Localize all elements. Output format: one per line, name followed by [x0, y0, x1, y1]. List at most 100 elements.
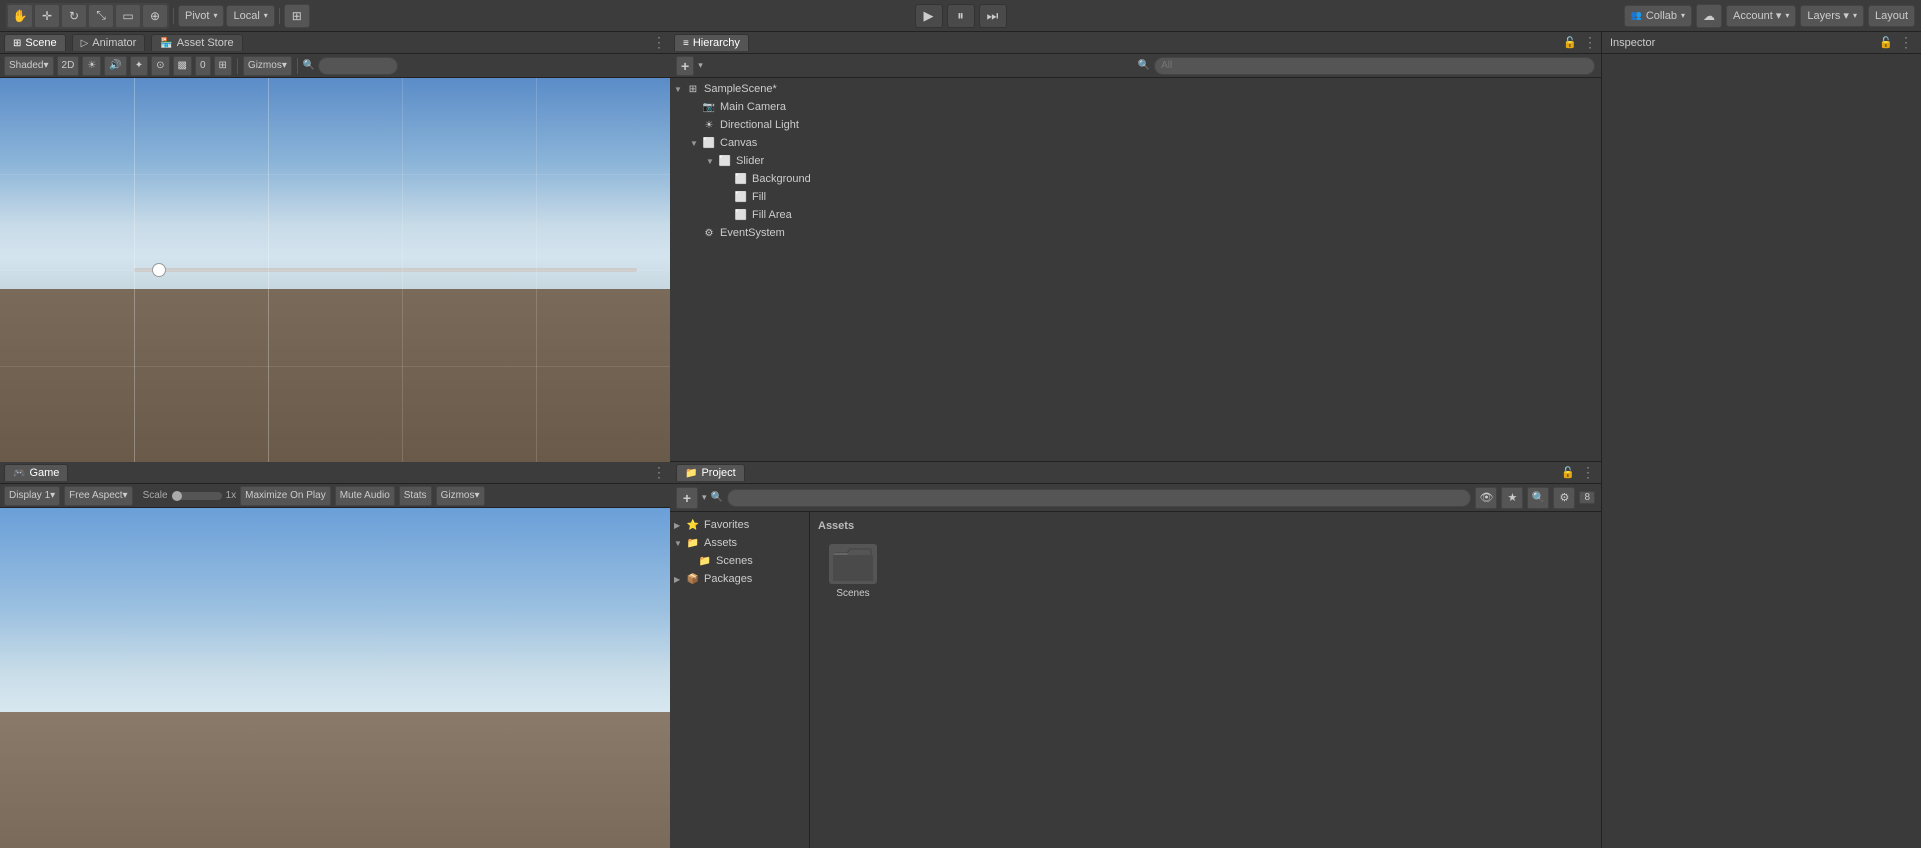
hand-tool-btn[interactable]: ✋ — [7, 4, 33, 28]
2d-button[interactable]: 2D — [57, 56, 80, 76]
scene-anim-btn[interactable]: ▩ — [173, 56, 192, 76]
project-star-btn[interactable]: ★ — [1501, 487, 1523, 509]
pivot-dropdown[interactable]: Pivot ▾ — [178, 5, 224, 27]
hierarchy-add-chevron[interactable]: ▾ — [698, 60, 703, 71]
tab-hierarchy[interactable]: ≡ Hierarchy — [674, 34, 749, 51]
label-canvas: Canvas — [720, 137, 757, 149]
scene-slider-handle[interactable] — [152, 263, 166, 277]
local-chevron: ▾ — [264, 11, 268, 20]
tree-item-dir-light[interactable]: ☀ Directional Light — [670, 116, 1601, 134]
account-chevron: ▾ — [1785, 11, 1789, 20]
project-panel: 📁 Project 🔓 ⋮ + ▾ 🔍 👁 ★ 🔍 — [670, 462, 1601, 848]
hierarchy-lock-icon[interactable]: 🔓 — [1563, 36, 1577, 49]
main-layout: ⊞ Scene ▷ Animator 🏪 Asset Store ⋮ Shade… — [0, 32, 1921, 848]
pivot-label: Pivot — [185, 10, 209, 22]
tree-item-canvas[interactable]: ▼ ⬜ Canvas — [670, 134, 1601, 152]
scene-grid-btn[interactable]: ⊞ — [214, 56, 232, 76]
tab-asset-store[interactable]: 🏪 Asset Store — [151, 34, 242, 51]
hierarchy-search-input[interactable] — [1154, 57, 1595, 75]
tree-item-fill-area[interactable]: ⬜ Fill Area — [670, 206, 1601, 224]
scene-sky-btn[interactable]: ⊙ — [151, 56, 169, 76]
aspect-dropdown[interactable]: Free Aspect ▾ — [64, 486, 132, 506]
game-gizmos-btn[interactable]: Gizmos ▾ — [436, 486, 485, 506]
play-button[interactable]: ▶ — [915, 4, 943, 28]
scene-search-icon: 🔍 — [303, 60, 315, 71]
label-packages: Packages — [704, 573, 752, 585]
maximize-play-btn[interactable]: Maximize On Play — [240, 486, 331, 506]
tab-animator[interactable]: ▷ Animator — [72, 34, 146, 51]
tree-item-fill[interactable]: ⬜ Fill — [670, 188, 1601, 206]
shaded-dropdown[interactable]: Shaded ▾ — [4, 56, 54, 76]
local-dropdown[interactable]: Local ▾ — [226, 5, 274, 27]
hierarchy-menu-icon[interactable]: ⋮ — [1583, 34, 1597, 51]
game-tab-label: Game — [29, 467, 59, 479]
tree-item-sample-scene[interactable]: ▼ ⊞ SampleScene* — [670, 80, 1601, 98]
move-tool-btn[interactable]: ✛ — [34, 4, 60, 28]
transform-tools: ✋ ✛ ↻ ⤡ ▭ ⊕ — [6, 3, 169, 29]
tree-item-main-camera[interactable]: 📷 Main Camera — [670, 98, 1601, 116]
account-dropdown[interactable]: Account ▾ ▾ — [1726, 5, 1796, 27]
project-eye-btn[interactable]: 👁 — [1475, 487, 1497, 509]
scene-audio-btn[interactable]: 🔊 — [104, 56, 126, 76]
layers-dropdown[interactable]: Layers ▾ ▾ — [1800, 5, 1864, 27]
tree-item-event-system[interactable]: ⚙ EventSystem — [670, 224, 1601, 242]
cloud-button[interactable]: ☁ — [1696, 4, 1722, 28]
scene-panel-menu[interactable]: ⋮ — [652, 34, 666, 51]
stats-label: Stats — [404, 490, 427, 501]
custom-tool-btn[interactable]: ⊞ — [284, 4, 310, 28]
project-add-btn[interactable]: + — [676, 487, 698, 509]
tab-game[interactable]: 🎮 Game — [4, 464, 68, 481]
shaded-chevron: ▾ — [43, 60, 48, 71]
multi-tool-btn[interactable]: ⊕ — [142, 4, 168, 28]
tab-scene[interactable]: ⊞ Scene — [4, 34, 66, 51]
scale-slider-track[interactable] — [172, 492, 222, 500]
tree-scenes[interactable]: 📁 Scenes — [670, 552, 809, 570]
top-bar: ✋ ✛ ↻ ⤡ ▭ ⊕ Pivot ▾ Local ▾ ⊞ ▶ ⏸ ⏭ 👥 Co… — [0, 0, 1921, 32]
tree-item-slider[interactable]: ▼ ⬜ Slider — [670, 152, 1601, 170]
scale-tool-btn[interactable]: ⤡ — [88, 4, 114, 28]
scene-search-input[interactable] — [318, 57, 398, 75]
scene-view — [0, 78, 670, 462]
game-panel-header: 🎮 Game ⋮ — [0, 462, 670, 484]
icon-dir-light: ☀ — [702, 118, 716, 132]
inspector-lock-icon[interactable]: 🔓 — [1879, 36, 1893, 49]
layout-dropdown[interactable]: Layout — [1868, 5, 1915, 27]
project-icon-count: 8 — [1579, 491, 1595, 504]
layout-label: Layout — [1875, 10, 1908, 22]
project-add-chevron[interactable]: ▾ — [702, 492, 707, 503]
game-panel-menu[interactable]: ⋮ — [652, 464, 666, 481]
project-tab-label: Project — [701, 467, 735, 479]
asset-item-scenes[interactable]: Scenes — [818, 540, 888, 603]
pause-button[interactable]: ⏸ — [947, 4, 975, 28]
rect-tool-btn[interactable]: ▭ — [115, 4, 141, 28]
tree-favorites[interactable]: ▶ ⭐ Favorites — [670, 516, 809, 534]
scale-slider-handle[interactable] — [172, 491, 182, 501]
label-event-system: EventSystem — [720, 227, 785, 239]
display-dropdown[interactable]: Display 1 ▾ — [4, 486, 60, 506]
hierarchy-add-btn[interactable]: + — [676, 56, 694, 76]
tree-packages[interactable]: ▶ 📦 Packages — [670, 570, 809, 588]
stats-btn[interactable]: Stats — [399, 486, 432, 506]
playback-controls: ▶ ⏸ ⏭ — [915, 4, 1007, 28]
collab-dropdown[interactable]: 👥 Collab ▾ — [1624, 5, 1692, 27]
project-menu-icon[interactable]: ⋮ — [1581, 464, 1595, 481]
tree-assets[interactable]: ▼ 📁 Assets — [670, 534, 809, 552]
gizmos-dropdown[interactable]: Gizmos ▾ — [243, 56, 292, 76]
mute-audio-btn[interactable]: Mute Audio — [335, 486, 395, 506]
rotate-tool-btn[interactable]: ↻ — [61, 4, 87, 28]
icon-assets: 📁 — [686, 536, 700, 550]
project-filter-btn[interactable]: 🔍 — [1527, 487, 1549, 509]
scene-fx-btn[interactable]: ✦ — [130, 56, 148, 76]
tree-item-background[interactable]: ⬜ Background — [670, 170, 1601, 188]
scene-hide-btn[interactable]: 0 — [195, 56, 211, 76]
step-button[interactable]: ⏭ — [979, 4, 1007, 28]
scene-light-btn[interactable]: ☀ — [82, 56, 101, 76]
project-search-input[interactable] — [727, 489, 1471, 507]
game-tab-icon: 🎮 — [13, 468, 25, 479]
shaded-label: Shaded — [9, 60, 43, 71]
project-gear-btn[interactable]: ⚙ — [1553, 487, 1575, 509]
inspector-menu-icon[interactable]: ⋮ — [1899, 34, 1913, 51]
tab-project[interactable]: 📁 Project — [676, 464, 745, 481]
2d-label: 2D — [62, 60, 75, 71]
project-lock-icon[interactable]: 🔓 — [1561, 466, 1575, 479]
